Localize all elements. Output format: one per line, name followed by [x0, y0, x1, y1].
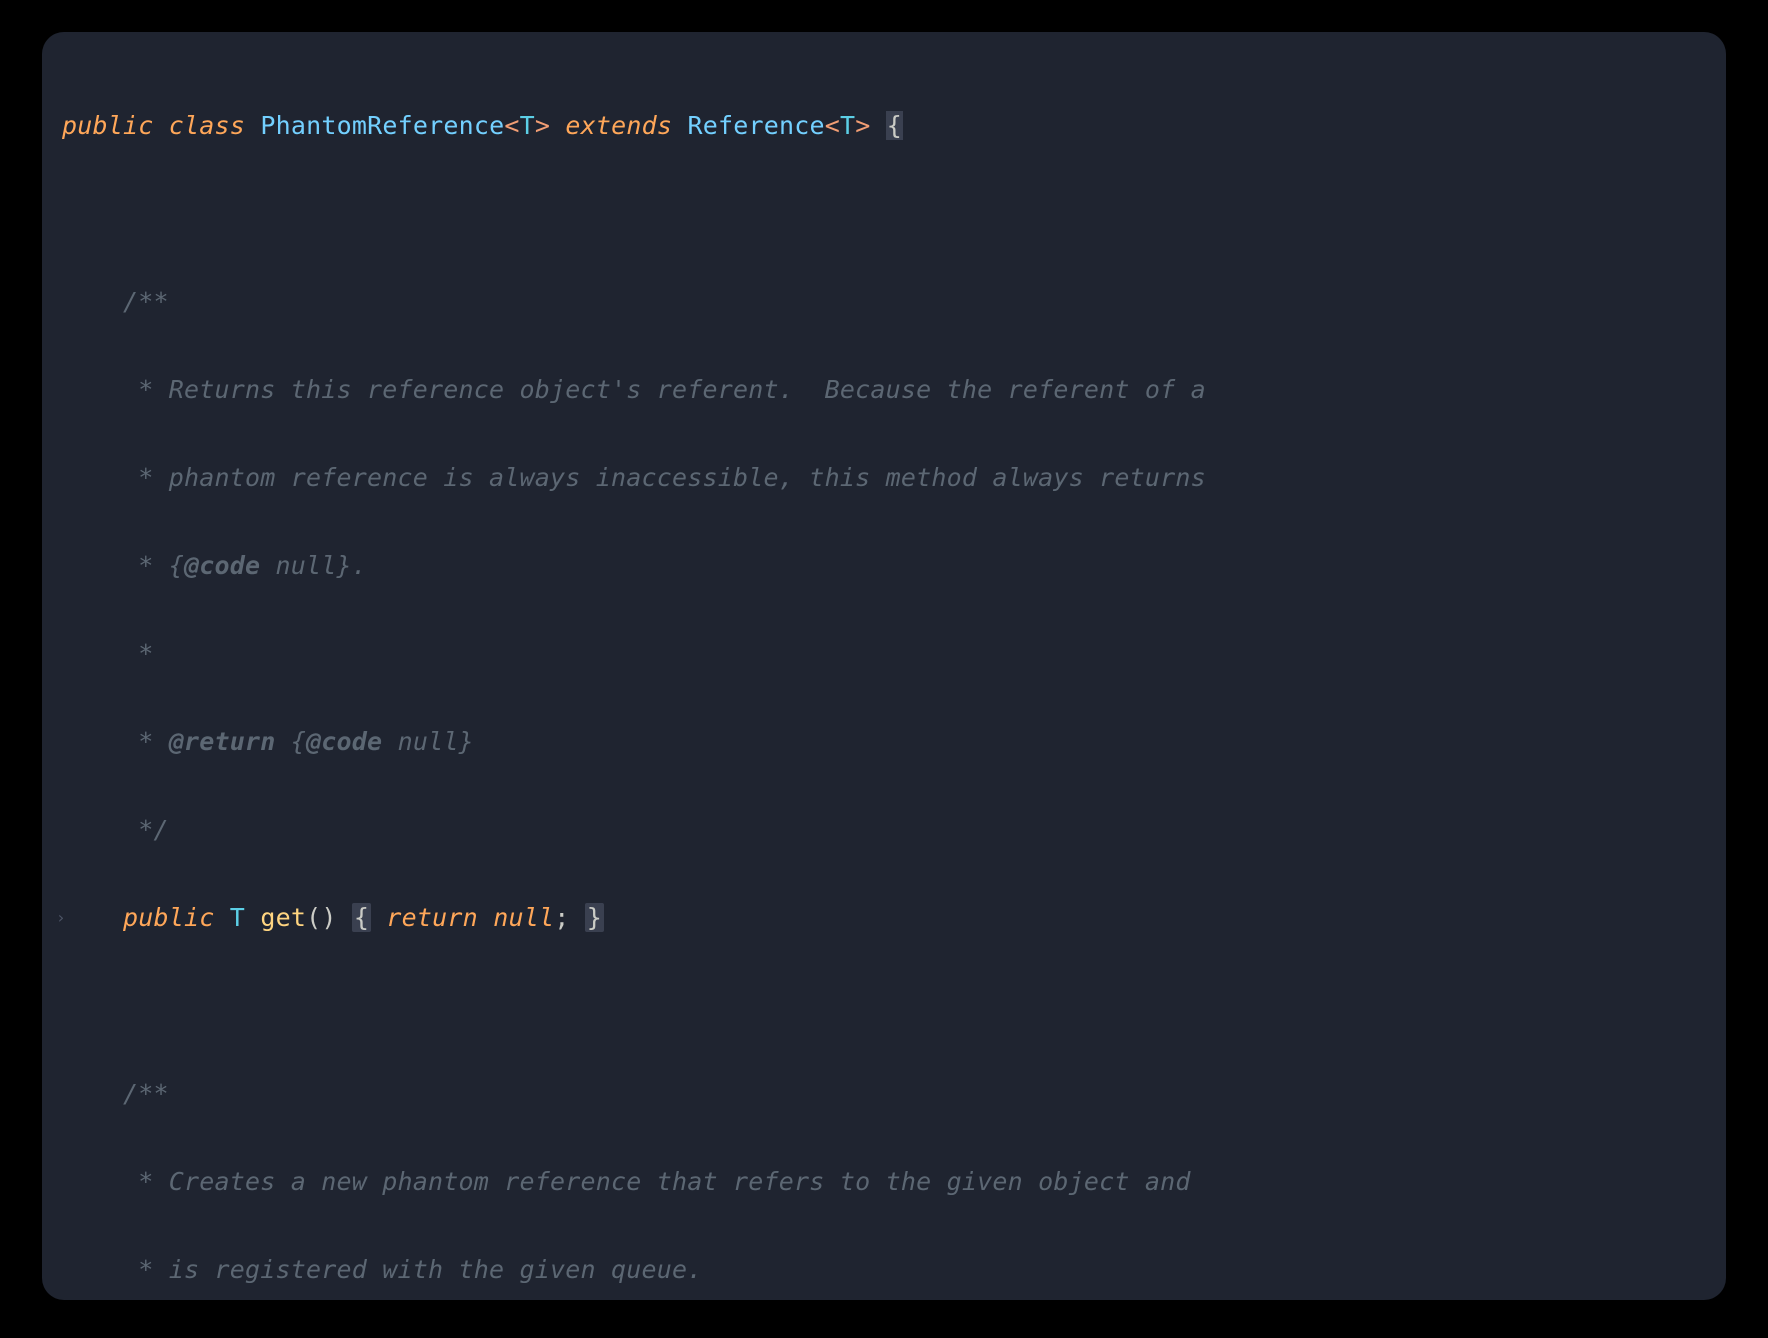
code-line[interactable]	[62, 984, 1706, 1028]
return-type: T	[230, 903, 245, 932]
class-ref: Reference	[687, 111, 824, 140]
angle-close: >	[535, 111, 550, 140]
type-param: T	[840, 111, 855, 140]
code-line[interactable]: /**	[62, 280, 1706, 324]
keyword-class: class	[169, 111, 245, 140]
code-line[interactable]: */	[62, 808, 1706, 852]
code-line[interactable]: /**	[62, 1072, 1706, 1116]
javadoc-line: {	[276, 727, 307, 756]
code-line[interactable]: * @return {@code null}	[62, 720, 1706, 764]
javadoc-line: *	[62, 639, 154, 668]
code-editor-window: public class PhantomReference<T> extends…	[42, 32, 1726, 1300]
code-line[interactable]: * Returns this reference object's refere…	[62, 368, 1706, 412]
javadoc-open: /**	[62, 1079, 169, 1108]
brace-open: {	[352, 903, 371, 932]
javadoc-line: *	[62, 727, 169, 756]
semicolon: ;	[554, 903, 569, 932]
code-line[interactable]: * is registered with the given queue.	[62, 1248, 1706, 1292]
javadoc-code-tag: @code	[184, 551, 260, 580]
null-literal: null	[493, 903, 554, 932]
code-line[interactable]: public class PhantomReference<T> extends…	[62, 104, 1706, 148]
class-name: PhantomReference	[260, 111, 504, 140]
code-area[interactable]: public class PhantomReference<T> extends…	[62, 60, 1706, 1272]
javadoc-line: * phantom reference is always inaccessib…	[62, 463, 1206, 492]
code-line[interactable]: * Creates a new phantom reference that r…	[62, 1160, 1706, 1204]
parens: ()	[306, 903, 337, 932]
keyword-extends: extends	[565, 111, 672, 140]
code-line[interactable]: *	[62, 632, 1706, 676]
javadoc-open: /**	[62, 287, 169, 316]
javadoc-line: null}	[382, 727, 474, 756]
angle-close: >	[855, 111, 870, 140]
brace-close: }	[585, 903, 604, 932]
javadoc-line: * {	[62, 551, 184, 580]
fold-caret-icon[interactable]: ›	[56, 896, 66, 940]
indent	[62, 903, 123, 932]
keyword-public: public	[62, 111, 154, 140]
code-line[interactable]: * phantom reference is always inaccessib…	[62, 456, 1706, 500]
javadoc-line: * Creates a new phantom reference that r…	[62, 1167, 1191, 1196]
code-line[interactable]: › public T get() { return null; }	[62, 896, 1706, 940]
type-param: T	[520, 111, 535, 140]
javadoc-close: */	[62, 815, 169, 844]
javadoc-code-tag: @code	[306, 727, 382, 756]
javadoc-line: null}.	[260, 551, 367, 580]
javadoc-return-tag: @return	[169, 727, 276, 756]
angle-open: <	[825, 111, 840, 140]
code-line[interactable]: * {@code null}.	[62, 544, 1706, 588]
code-line[interactable]	[62, 192, 1706, 236]
method-get: get	[260, 903, 306, 932]
angle-open: <	[504, 111, 519, 140]
keyword-public: public	[123, 903, 215, 932]
keyword-return: return	[386, 903, 478, 932]
javadoc-line: * Returns this reference object's refere…	[62, 375, 1206, 404]
brace-open: {	[886, 111, 903, 140]
javadoc-line: * is registered with the given queue.	[62, 1255, 703, 1284]
